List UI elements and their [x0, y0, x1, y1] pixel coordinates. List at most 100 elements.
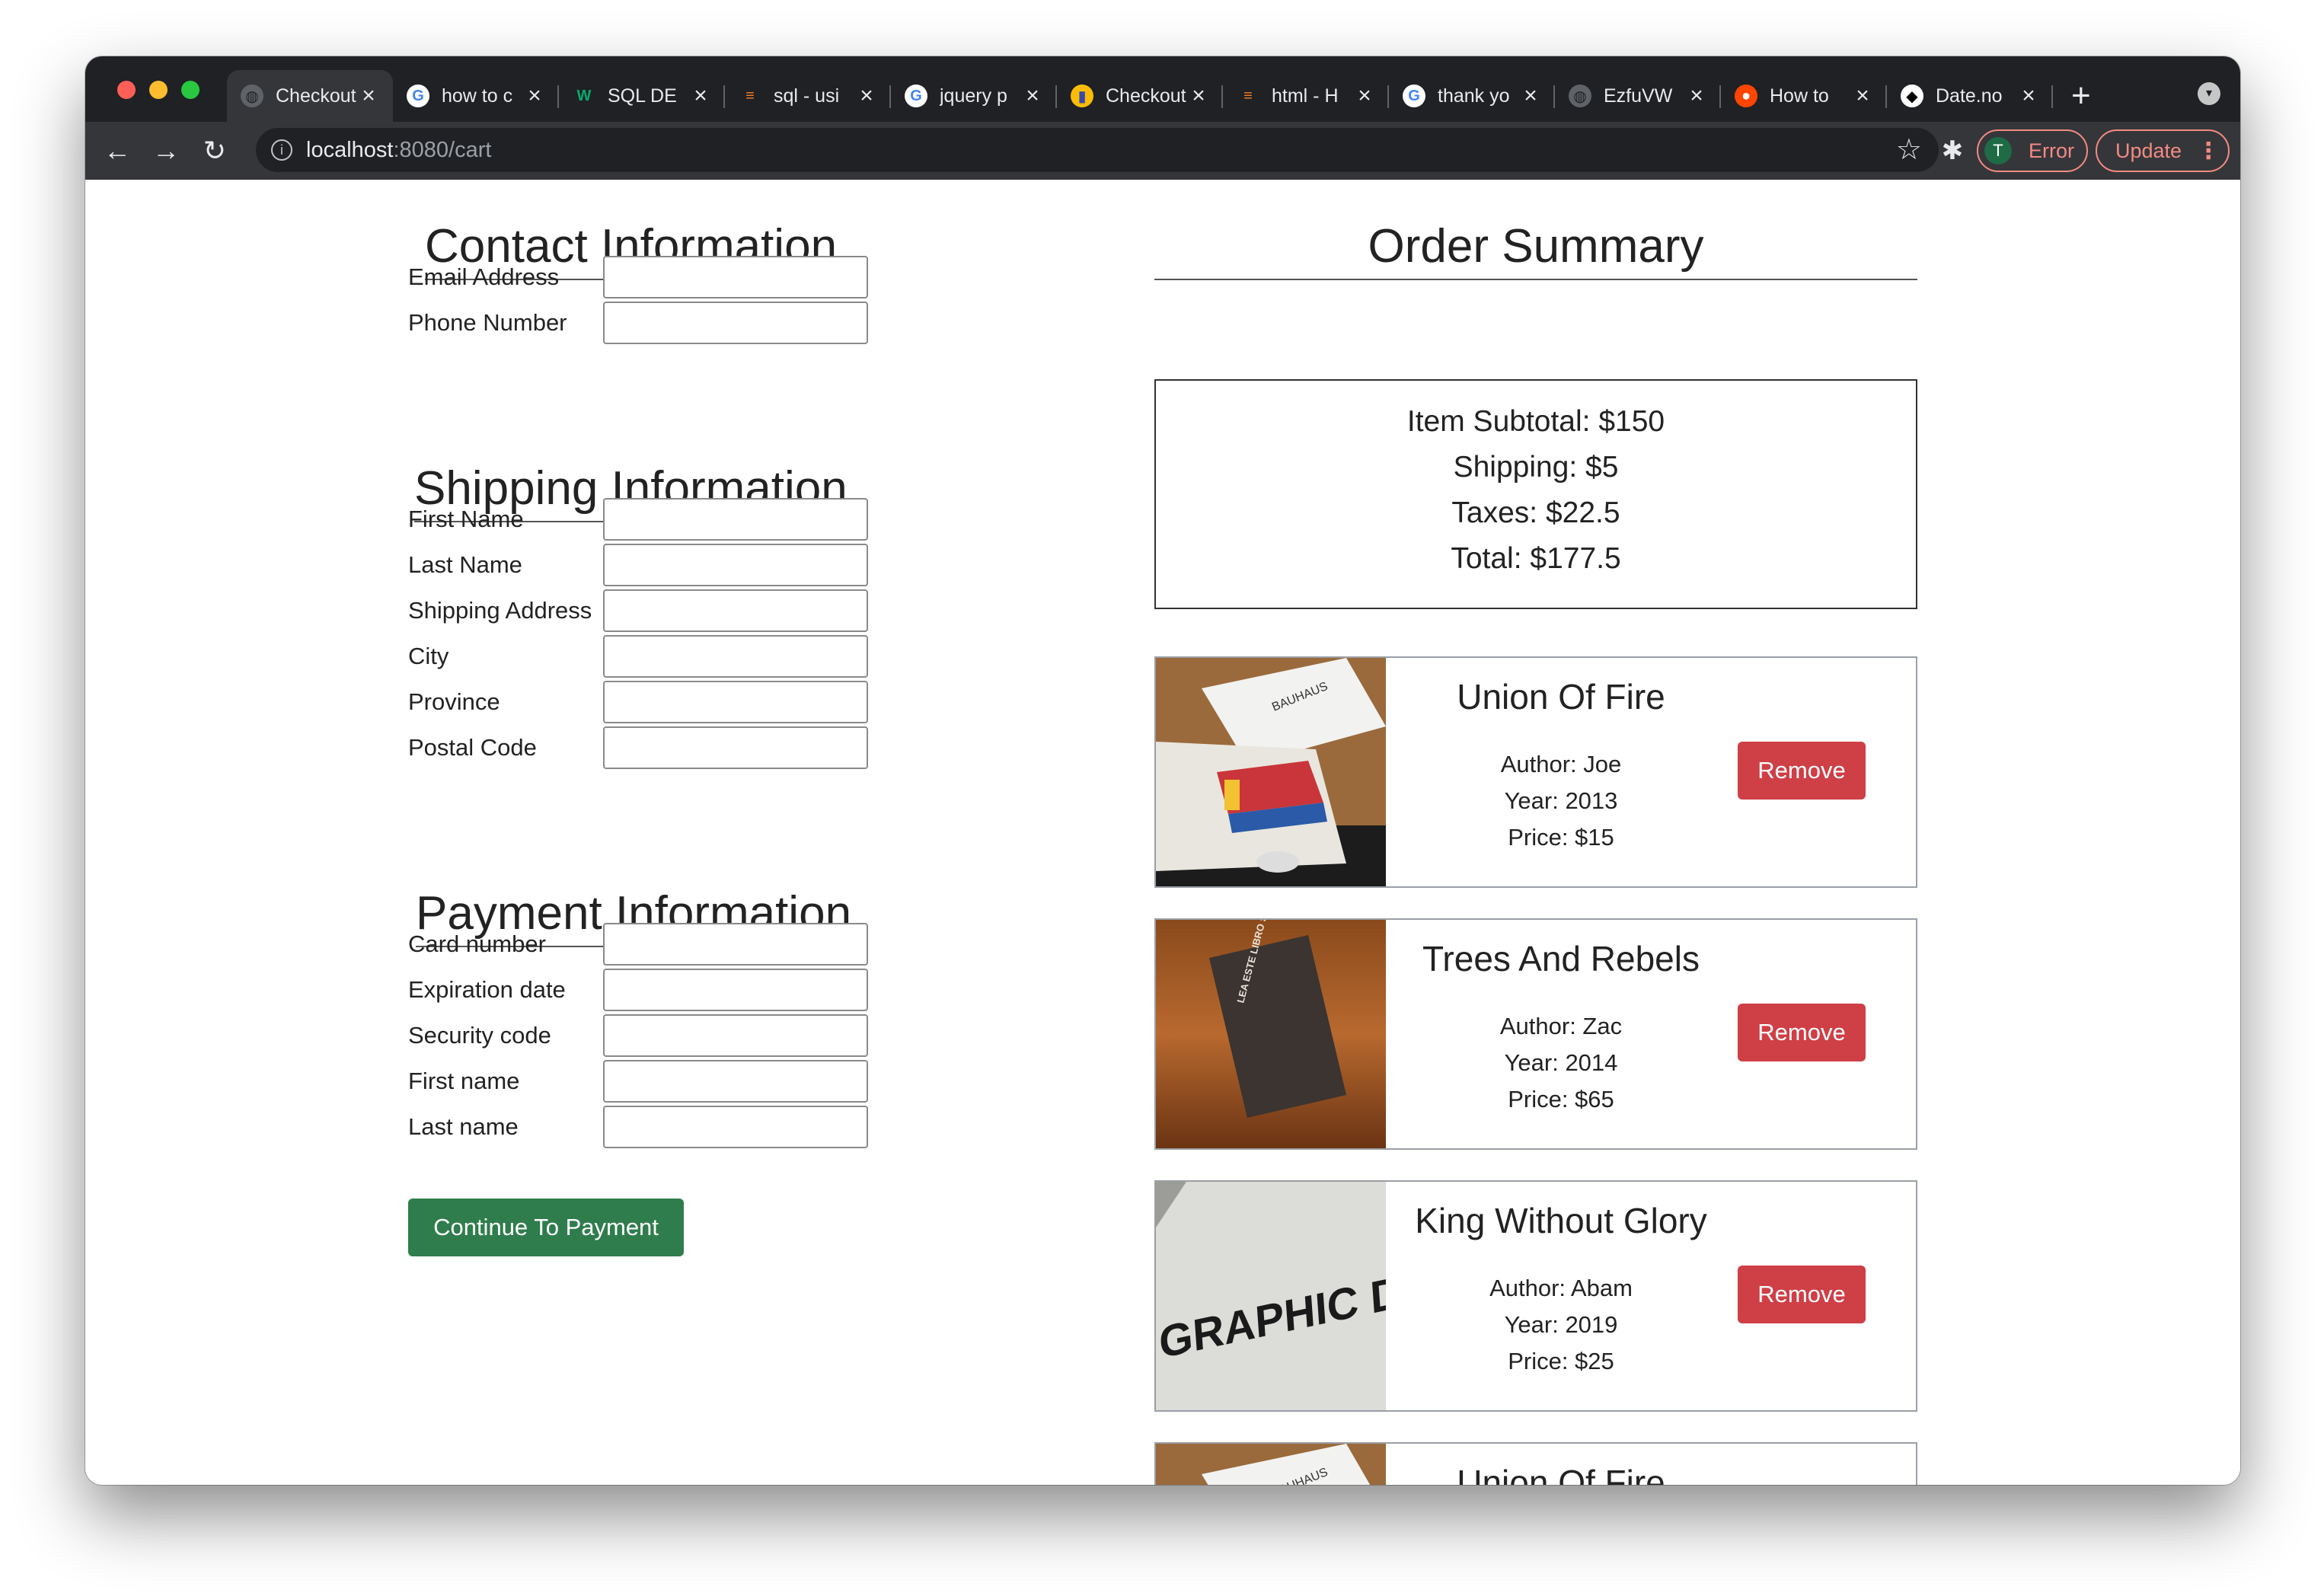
- browser-tab[interactable]: Gthank yo ×: [1389, 70, 1555, 122]
- book-price: Price: $25: [1508, 1348, 1614, 1374]
- browser-tab[interactable]: ◆ Date.no ×: [1887, 70, 2053, 122]
- tab-title: how to c: [442, 85, 513, 107]
- phone-label: Phone Number: [408, 309, 567, 336]
- tab-strip: ◍ Checkout × Ghow to c × W SQL DE × ≡ sql - usi × G…: [85, 56, 2240, 122]
- w3schools-icon: W: [573, 85, 595, 107]
- bookmark-star-icon[interactable]: ☆: [1896, 132, 1922, 167]
- tab-title: Date.no: [1936, 85, 2003, 107]
- order-total: Total: $177.5: [1451, 542, 1621, 575]
- close-tab-icon[interactable]: ×: [1188, 83, 1209, 109]
- expiration-date-label: Expiration date: [408, 976, 566, 1003]
- cart-item: BAUHAUS Union Of Fire Remove: [1154, 1442, 1917, 1485]
- close-tab-icon[interactable]: ×: [358, 83, 379, 109]
- browser-tab[interactable]: ◍ Checkout ×: [227, 70, 393, 122]
- book-year: Year: 2019: [1504, 1311, 1618, 1338]
- close-tab-icon[interactable]: ×: [524, 83, 545, 109]
- tab-title: Checkout: [276, 85, 356, 107]
- tab-title: html - H: [1272, 85, 1339, 107]
- book-cover-image: BAUHAUS: [1156, 1444, 1386, 1485]
- card-first-name-label: First name: [408, 1068, 520, 1094]
- book-title: Union Of Fire: [1457, 1463, 1665, 1485]
- book-cover-image: LEA ESTE LIBRO SI DESEA TOMAR MEJORES FO…: [1156, 920, 1386, 1148]
- profile-error-button[interactable]: T Error: [1977, 129, 2088, 172]
- update-button[interactable]: Update ⋮: [2096, 129, 2230, 172]
- address-bar[interactable]: i localhost:8080/cart ☆: [256, 128, 1939, 172]
- book-cover-image: BAUHAUS: [1156, 658, 1386, 886]
- province-label: Province: [408, 688, 500, 715]
- browser-tab[interactable]: ▮ Checkout ×: [1057, 70, 1223, 122]
- card-first-name-field[interactable]: [603, 1060, 868, 1103]
- email-field[interactable]: [603, 256, 868, 298]
- reload-icon[interactable]: ↻: [195, 131, 235, 171]
- browser-tab[interactable]: ≡ html - H ×: [1223, 70, 1389, 122]
- postal-code-label: Postal Code: [408, 734, 537, 761]
- postal-code-field[interactable]: [603, 726, 868, 769]
- city-field[interactable]: [603, 635, 868, 678]
- zoom-window-button[interactable]: [181, 81, 200, 99]
- close-tab-icon[interactable]: ×: [1686, 83, 1707, 109]
- back-arrow-icon[interactable]: ←: [97, 131, 137, 171]
- province-field[interactable]: [603, 681, 868, 723]
- minimize-window-button[interactable]: [149, 81, 168, 99]
- window-controls: [117, 81, 200, 99]
- security-code-field[interactable]: [603, 1014, 868, 1057]
- extensions-puzzle-icon[interactable]: ✱: [1933, 131, 1972, 171]
- close-tab-icon[interactable]: ×: [1520, 83, 1541, 109]
- remove-button[interactable]: Remove: [1738, 1266, 1866, 1323]
- close-tab-icon[interactable]: ×: [1354, 83, 1375, 109]
- site-info-icon[interactable]: i: [271, 139, 292, 161]
- last-name-field[interactable]: [603, 544, 868, 586]
- close-tab-icon[interactable]: ×: [2018, 83, 2039, 109]
- book-details: Author: Abam Year: 2019 Price: $25: [1386, 1270, 1736, 1380]
- close-window-button[interactable]: [117, 81, 136, 99]
- reddit-icon: ●: [1735, 85, 1757, 107]
- card-number-field[interactable]: [603, 923, 868, 966]
- google-icon: G: [1403, 85, 1425, 107]
- book-author: Author: Abam: [1489, 1275, 1633, 1301]
- close-tab-icon[interactable]: ×: [1022, 83, 1043, 109]
- more-vertical-icon: ⋮: [2197, 138, 2220, 164]
- shipping-address-label: Shipping Address: [408, 597, 592, 624]
- phone-field[interactable]: [603, 302, 868, 344]
- email-label: Email Address: [408, 263, 560, 290]
- google-icon: G: [905, 85, 927, 107]
- bootstrap-icon: ▮: [1071, 85, 1093, 107]
- book-cover-image: GRAPHIC DESIGN: [1156, 1182, 1386, 1410]
- item-subtotal: Item Subtotal: $150: [1406, 405, 1665, 438]
- url-text[interactable]: localhost:8080/cart: [306, 138, 491, 163]
- book-author: Author: Joe: [1500, 751, 1622, 777]
- new-tab-icon[interactable]: +: [2071, 70, 2091, 122]
- book-details: Author: Joe Year: 2013 Price: $15: [1386, 746, 1736, 856]
- update-label: Update: [2115, 139, 2182, 162]
- book-title: King Without Glory: [1415, 1201, 1707, 1240]
- close-tab-icon[interactable]: ×: [1852, 83, 1873, 109]
- remove-button[interactable]: Remove: [1738, 1004, 1866, 1061]
- stackoverflow-icon: ≡: [1237, 85, 1259, 107]
- browser-tab[interactable]: Gjquery p ×: [891, 70, 1057, 122]
- avatar: T: [1984, 137, 2012, 164]
- order-totals-box: Item Subtotal: $150 Shipping: $5 Taxes: …: [1154, 379, 1917, 609]
- book-details: Author: Zac Year: 2014 Price: $65: [1386, 1008, 1736, 1118]
- book-price: Price: $15: [1508, 824, 1614, 851]
- card-last-name-field[interactable]: [603, 1106, 868, 1148]
- tab-title: EzfuVW: [1604, 85, 1673, 107]
- browser-tab[interactable]: ◍ EzfuVW ×: [1555, 70, 1721, 122]
- tab-title: sql - usi: [774, 85, 840, 107]
- tab-search-icon[interactable]: ▾: [2198, 82, 2220, 105]
- browser-window: ◍ Checkout × Ghow to c × W SQL DE × ≡ sql - usi × G…: [85, 56, 2240, 1485]
- browser-tab[interactable]: Ghow to c ×: [393, 70, 559, 122]
- page-content: Contact Information Email Address Phone …: [85, 180, 2240, 1485]
- shipping-address-field[interactable]: [603, 589, 868, 632]
- first-name-field[interactable]: [603, 498, 868, 541]
- close-tab-icon[interactable]: ×: [856, 83, 877, 109]
- continue-to-payment-button[interactable]: Continue To Payment: [408, 1199, 684, 1256]
- browser-tab[interactable]: ● How to ×: [1721, 70, 1887, 122]
- forward-arrow-icon[interactable]: →: [146, 131, 186, 171]
- expiration-date-field[interactable]: [603, 969, 868, 1011]
- close-tab-icon[interactable]: ×: [690, 83, 711, 109]
- browser-tab[interactable]: W SQL DE ×: [559, 70, 725, 122]
- mdn-icon: ◆: [1901, 85, 1923, 107]
- browser-tab[interactable]: ≡ sql - usi ×: [725, 70, 891, 122]
- remove-button[interactable]: Remove: [1738, 742, 1866, 800]
- book-year: Year: 2013: [1504, 787, 1618, 814]
